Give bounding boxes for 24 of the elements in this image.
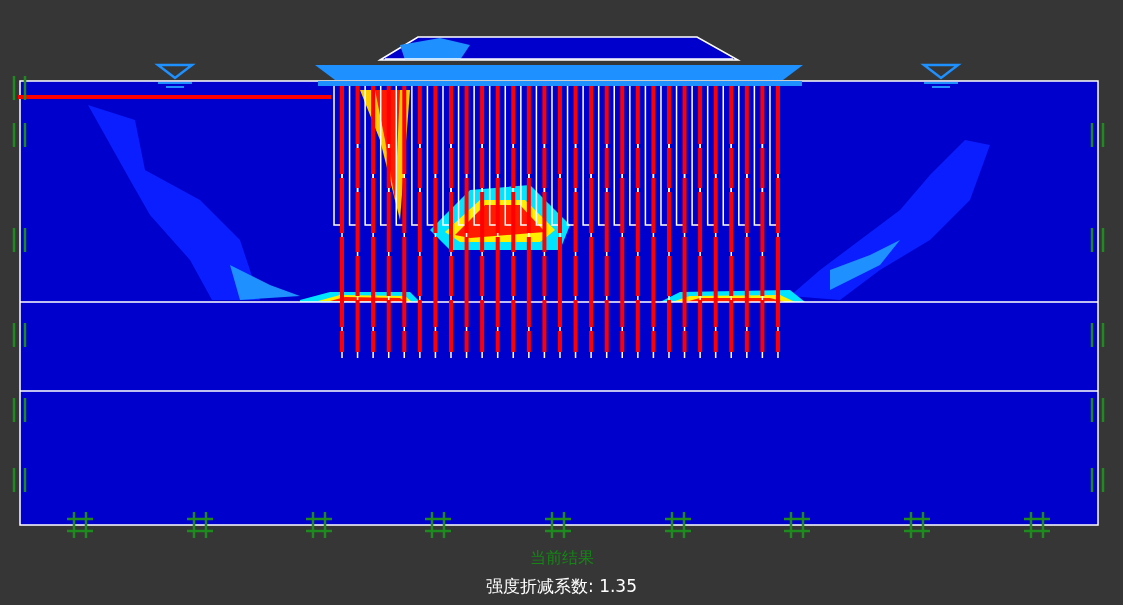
fixed-support-icon: [187, 512, 213, 538]
roller-support-icon: [12, 76, 27, 100]
fixed-support-icon: [545, 512, 571, 538]
roller-support-icon: [12, 398, 27, 422]
fixed-support-icon: [784, 512, 810, 538]
roller-support-icon: [12, 228, 27, 252]
water-level-icon: [154, 63, 196, 88]
water-level-icon: [920, 63, 962, 88]
roller-support-icon: [1090, 468, 1105, 492]
roller-support-icon: [12, 123, 27, 147]
strength-reduction-factor: 强度折减系数: 1.35: [486, 575, 637, 597]
roller-support-icon: [1090, 323, 1105, 347]
fixed-support-icon: [1024, 512, 1050, 538]
fixed-support-icon: [665, 512, 691, 538]
fixed-support-icon: [425, 512, 451, 538]
roller-support-icon: [12, 323, 27, 347]
roller-support-icon: [1090, 123, 1105, 147]
fixed-support-icon: [306, 512, 332, 538]
fixed-support-icon: [67, 512, 93, 538]
roller-support-icon: [12, 468, 27, 492]
roller-support-icon: [1090, 228, 1105, 252]
result-caption: 当前结果: [529, 548, 594, 568]
roller-support-icon: [1090, 398, 1105, 422]
fixed-support-icon: [904, 512, 930, 538]
